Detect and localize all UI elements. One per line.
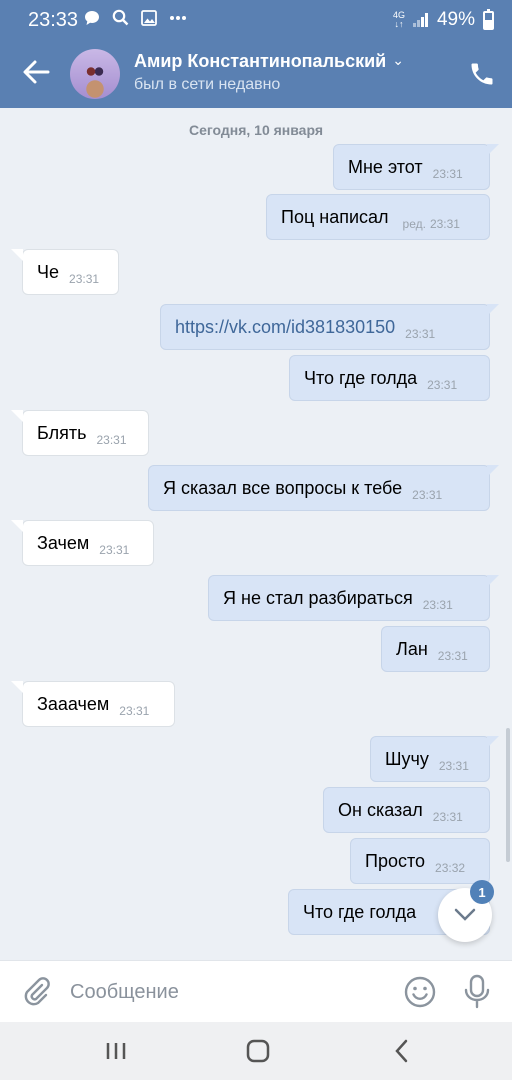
image-icon — [141, 9, 157, 26]
incoming-message[interactable]: Зааачем 23:31 — [11, 681, 175, 727]
back-nav-icon[interactable] — [386, 1036, 418, 1066]
unread-badge: 1 — [470, 880, 494, 904]
chevron-down-icon: ⌄ — [392, 52, 404, 68]
outgoing-message[interactable]: Шучу 23:31 — [370, 736, 499, 782]
message-time: 23:31 — [69, 272, 100, 286]
message-time: 23:31 — [119, 704, 150, 718]
back-arrow-icon[interactable] — [18, 54, 54, 90]
message-text: Шучу — [385, 748, 429, 769]
message-text: Лан — [396, 638, 428, 659]
chat-header: Амир Константинопальский ⌄ был в сети нед… — [0, 40, 512, 108]
battery-icon — [483, 8, 494, 30]
message-time: 23:31 — [432, 167, 463, 181]
paperclip-icon[interactable] — [20, 976, 52, 1008]
emoji-icon[interactable] — [403, 975, 437, 1009]
message-text: Просто — [365, 850, 426, 871]
outgoing-message[interactable]: Что где голда 23:31 — [289, 355, 490, 401]
signal-icon — [412, 13, 429, 27]
outgoing-message[interactable]: Лан 23:31 — [381, 626, 490, 672]
message-time: 23:31 — [427, 378, 458, 392]
more-dots-icon — [170, 15, 186, 20]
contact-name[interactable]: Амир Константинопальский ⌄ — [134, 51, 404, 72]
search-icon — [112, 9, 129, 26]
system-nav-bar — [0, 1022, 512, 1080]
outgoing-message[interactable]: https://vk.com/id381830150 23:31 — [160, 304, 499, 350]
message-text: Что где голда — [304, 367, 418, 388]
message-input[interactable] — [70, 973, 390, 1011]
outgoing-message[interactable]: Просто 23:32 — [350, 838, 490, 884]
message-text: Я сказал все вопросы к тебе — [163, 477, 403, 498]
message-text: Что где голда — [303, 901, 417, 922]
status-bar: 23:33 4G ↓↑ 49% — [0, 0, 512, 40]
message-text: Я не стал разбираться — [223, 587, 413, 608]
message-list[interactable]: Сегодня, 10 января Мне этот 23:31 Поц напи… — [0, 108, 512, 960]
scrollbar[interactable] — [506, 728, 510, 862]
message-time: 23:31 — [405, 327, 436, 341]
message-text: Мне этот — [348, 156, 423, 177]
contact-status: был в сети недавно — [134, 76, 281, 93]
outgoing-message[interactable]: Поц написал ред. 23:31 — [266, 194, 490, 240]
message-time: 23:31 — [412, 488, 443, 502]
message-time: 23:32 — [435, 861, 466, 875]
home-icon[interactable] — [242, 1036, 274, 1066]
microphone-icon[interactable] — [462, 974, 492, 1010]
message-time: 23:31 — [438, 759, 469, 773]
status-notification-icons — [84, 9, 187, 26]
avatar[interactable] — [70, 49, 120, 99]
composer — [0, 960, 512, 1022]
message-time: 23:31 — [422, 598, 453, 612]
chevron-down-icon — [454, 908, 476, 921]
outgoing-message[interactable]: Он сказал 23:31 — [323, 787, 490, 833]
message-time: 23:31 — [437, 649, 468, 663]
incoming-message[interactable]: Блять 23:31 — [11, 410, 149, 456]
phone-call-icon[interactable] — [468, 60, 496, 88]
status-time: 23:33 — [28, 9, 79, 31]
edited-label: ред. — [402, 217, 426, 231]
status-system-icons: 4G ↓↑ 49% — [392, 8, 494, 31]
message-time: 23:31 — [96, 433, 127, 447]
outgoing-message[interactable]: Я сказал все вопросы к тебе 23:31 — [148, 465, 499, 511]
message-link[interactable]: https://vk.com/id381830150 — [175, 317, 395, 338]
message-text: Че — [37, 261, 60, 282]
message-time: 23:31 — [429, 217, 460, 231]
recent-apps-icon[interactable] — [100, 1036, 132, 1066]
battery-percent: 49% — [436, 9, 475, 30]
app-header: 23:33 4G ↓↑ 49% Амир Константинопальский ⌄… — [0, 0, 512, 108]
message-text: Блять — [37, 422, 87, 443]
message-time: 23:31 — [432, 810, 463, 824]
outgoing-message[interactable]: Я не стал разбираться 23:31 — [208, 575, 499, 621]
date-divider: Сегодня, 10 января — [188, 122, 324, 138]
message-text: Он сказал — [338, 799, 423, 820]
incoming-message[interactable]: Че 23:31 — [11, 249, 119, 295]
message-time: 23:31 — [99, 543, 130, 557]
outgoing-message[interactable]: Мне этот 23:31 — [333, 144, 499, 190]
chat-bubble-icon — [85, 10, 99, 25]
message-text: Зачем — [37, 532, 90, 553]
message-text: Поц написал — [281, 206, 389, 227]
incoming-message[interactable]: Зачем 23:31 — [11, 520, 154, 566]
battery-level — [485, 20, 492, 28]
network-type: 4G ↓↑ — [392, 10, 405, 29]
message-text: Зааачем — [37, 693, 110, 714]
